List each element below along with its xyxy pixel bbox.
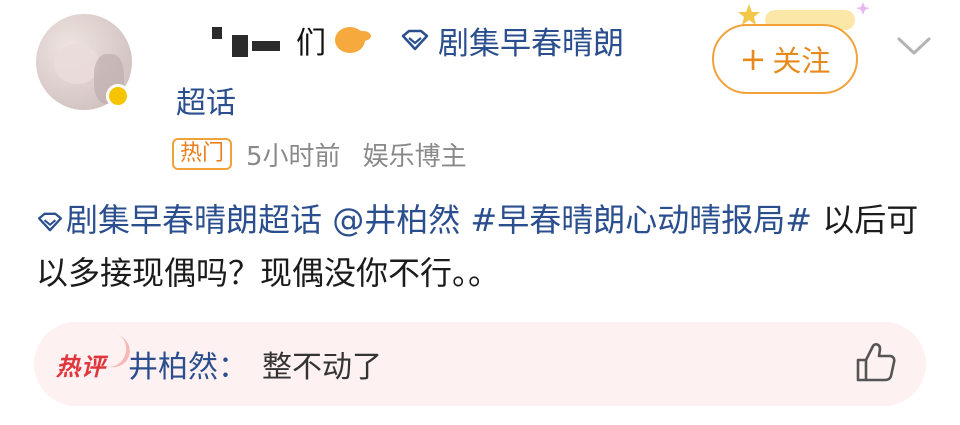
post-time: 5小时前 bbox=[246, 141, 341, 172]
username-visible-char: 们 bbox=[296, 26, 327, 61]
post-body: 剧集早春晴朗超话 @井柏然 #早春晴朗心动晴报局# 以后可以多接现偶吗？现偶没你… bbox=[36, 194, 936, 300]
emoji-icon bbox=[335, 27, 371, 53]
hashtag-text-part2: 局# bbox=[753, 201, 813, 239]
super-topic-name: 剧集早春晴朗 bbox=[438, 25, 624, 62]
username-censored bbox=[178, 23, 296, 57]
thumbs-up-icon[interactable] bbox=[854, 340, 898, 384]
topic-link-text: 剧集早春晴朗超话 bbox=[66, 201, 323, 239]
post-meta: 热门 5小时前 娱乐博主 bbox=[172, 136, 489, 172]
super-topic-suffix: 超话 bbox=[176, 86, 236, 121]
hot-comment[interactable]: 热评 井柏然 ： 整不动了 bbox=[34, 322, 926, 406]
comment-text: 整不动了 bbox=[262, 350, 382, 385]
hot-tag: 热门 bbox=[172, 138, 233, 170]
hot-comment-badge: 热评 bbox=[56, 327, 135, 382]
plus-icon: + bbox=[739, 40, 767, 78]
chevron-down-icon[interactable] bbox=[896, 34, 932, 58]
super-topic-link[interactable]: 剧集早春晴朗 bbox=[400, 20, 624, 62]
super-topic-suffix-line[interactable]: 超话 bbox=[176, 78, 236, 122]
hashtag-text-part1: #早春晴朗心动晴报 bbox=[470, 201, 754, 239]
topic-link[interactable]: 剧集早春晴朗超话 bbox=[36, 201, 322, 239]
comment-colon: ： bbox=[218, 350, 248, 385]
commenter-name[interactable]: 井柏然 bbox=[128, 342, 218, 386]
follow-button[interactable]: + 关注 bbox=[712, 24, 858, 94]
mention-link[interactable]: @井柏然 bbox=[332, 201, 460, 239]
follow-label: 关注 bbox=[772, 44, 831, 78]
super-topic-diamond-icon bbox=[401, 29, 429, 51]
super-topic-diamond-icon bbox=[37, 212, 63, 232]
hashtag-link[interactable]: #早春晴朗心动晴报局# bbox=[470, 201, 812, 239]
author-role: 娱乐博主 bbox=[362, 141, 467, 172]
username[interactable]: 们 bbox=[178, 20, 371, 61]
verified-badge-icon bbox=[106, 84, 130, 108]
